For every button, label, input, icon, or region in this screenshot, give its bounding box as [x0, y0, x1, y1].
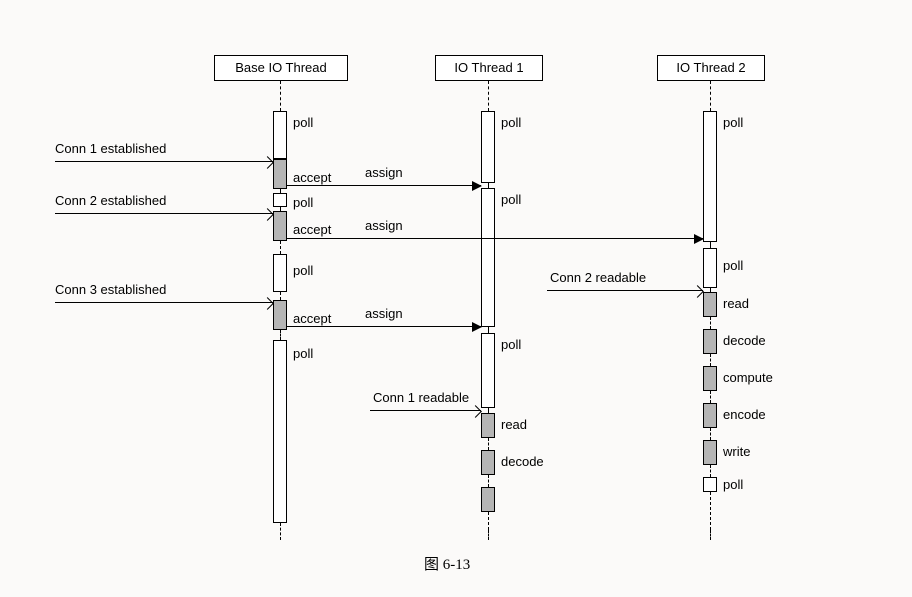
- arrow-assign3: [287, 326, 481, 327]
- lbl-assign1: assign: [365, 165, 403, 180]
- lbl-io2-poll2: poll: [723, 258, 743, 273]
- evt-conn1: Conn 1 established: [55, 141, 166, 156]
- figure-caption: 图 6-13: [424, 553, 470, 574]
- arrow-conn1: [55, 161, 273, 162]
- act-io2-compute: [703, 366, 717, 391]
- lbl-base-poll4: poll: [293, 346, 313, 361]
- lbl-base-poll3: poll: [293, 263, 313, 278]
- sequence-diagram: Base IO Thread IO Thread 1 IO Thread 2 p…: [0, 0, 912, 597]
- arrow-assign2: [287, 238, 703, 239]
- arrow-conn3: [55, 302, 273, 303]
- lbl-io2-poll1: poll: [723, 115, 743, 130]
- lifeline-io2-tail: [710, 530, 711, 540]
- act-base-poll3: [273, 254, 287, 292]
- act-io1-read: [481, 413, 495, 438]
- evt-conn3: Conn 3 established: [55, 282, 166, 297]
- act-base-accept3: [273, 300, 287, 330]
- lbl-io1-read: read: [501, 417, 527, 432]
- lbl-assign3: assign: [365, 306, 403, 321]
- act-io2-poll1: [703, 111, 717, 242]
- lifeline-base-tail: [280, 523, 281, 540]
- arrow-assign1: [287, 185, 481, 186]
- lbl-assign2: assign: [365, 218, 403, 233]
- act-io1-poll2: [481, 188, 495, 327]
- act-io2-decode: [703, 329, 717, 354]
- lane-head-base: Base IO Thread: [214, 55, 348, 81]
- arrow-conn2-readable: [547, 290, 703, 291]
- lifeline-base: [280, 81, 281, 111]
- lbl-io2-write: write: [723, 444, 750, 459]
- act-io1-next: [481, 487, 495, 512]
- act-io2-read: [703, 292, 717, 317]
- act-io2-encode: [703, 403, 717, 428]
- lbl-base-poll1: poll: [293, 115, 313, 130]
- lbl-base-accept1: accept: [293, 170, 331, 185]
- act-io1-poll1: [481, 111, 495, 183]
- act-base-poll4: [273, 340, 287, 523]
- act-base-poll1: [273, 111, 287, 159]
- act-base-poll2: [273, 193, 287, 207]
- lbl-io2-read: read: [723, 296, 749, 311]
- act-io2-poll2: [703, 248, 717, 288]
- lbl-io2-decode: decode: [723, 333, 766, 348]
- lifeline-io2: [710, 81, 711, 111]
- act-base-accept2: [273, 211, 287, 241]
- lbl-io1-poll3: poll: [501, 337, 521, 352]
- lbl-io2-encode: encode: [723, 407, 766, 422]
- lane-head-io2: IO Thread 2: [657, 55, 765, 81]
- lbl-base-poll2: poll: [293, 195, 313, 210]
- act-io1-poll3: [481, 333, 495, 408]
- act-io2-poll3: [703, 477, 717, 492]
- lbl-base-accept2: accept: [293, 222, 331, 237]
- lane-head-io1: IO Thread 1: [435, 55, 543, 81]
- arrow-conn1-readable: [370, 410, 481, 411]
- act-io2-write: [703, 440, 717, 465]
- lbl-io1-decode: decode: [501, 454, 544, 469]
- lbl-io1-poll2: poll: [501, 192, 521, 207]
- lifeline-io1-tail: [488, 530, 489, 540]
- evt-conn2: Conn 2 established: [55, 193, 166, 208]
- act-base-accept1: [273, 159, 287, 189]
- evt-conn1-readable: Conn 1 readable: [373, 390, 469, 405]
- lbl-io2-compute: compute: [723, 370, 773, 385]
- arrow-conn2: [55, 213, 273, 214]
- evt-conn2-readable: Conn 2 readable: [550, 270, 646, 285]
- lbl-io1-poll1: poll: [501, 115, 521, 130]
- act-io1-decode: [481, 450, 495, 475]
- lbl-io2-poll3: poll: [723, 477, 743, 492]
- lifeline-io1: [488, 81, 489, 111]
- lbl-base-accept3: accept: [293, 311, 331, 326]
